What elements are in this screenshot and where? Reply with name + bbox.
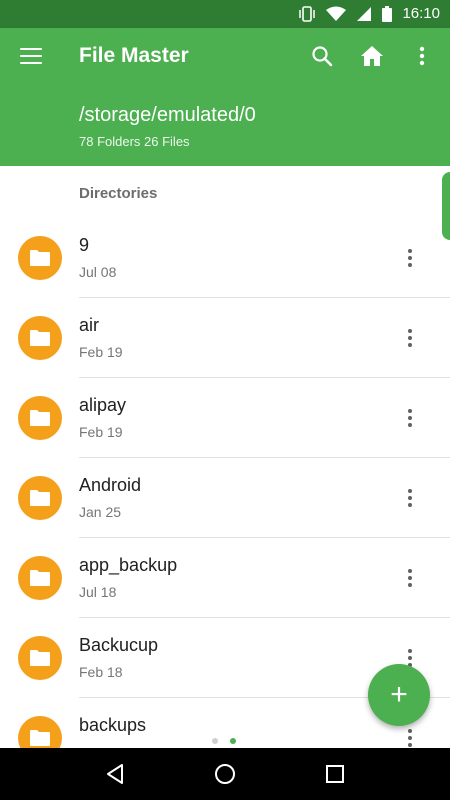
page-dot-active <box>230 738 236 744</box>
item-overflow-icon[interactable] <box>398 566 422 590</box>
folder-icon <box>18 556 62 600</box>
section-header: Directories <box>79 185 158 202</box>
app-title: File Master <box>79 44 189 67</box>
folder-file-count: 78 Folders 26 Files <box>79 134 190 149</box>
page-dot <box>212 738 218 744</box>
status-icons: 16:10 <box>298 4 440 24</box>
status-bar: 16:10 <box>0 0 450 28</box>
toolbar-actions <box>308 42 436 70</box>
item-overflow-icon[interactable] <box>398 406 422 430</box>
folder-date: Feb 19 <box>79 344 123 360</box>
list-item[interactable]: Android Jan 25 <box>0 458 450 538</box>
recents-icon[interactable] <box>315 754 355 794</box>
home-icon[interactable] <box>358 42 386 70</box>
folder-name: backups <box>79 715 147 735</box>
list-item[interactable]: 9 Jul 08 <box>0 218 450 298</box>
item-overflow-icon[interactable] <box>398 246 422 270</box>
overflow-menu-icon[interactable] <box>408 42 436 70</box>
folder-icon <box>18 476 62 520</box>
folder-date: Jul 18 <box>79 584 117 600</box>
folder-name: air <box>79 315 100 335</box>
add-button[interactable]: + <box>368 664 430 726</box>
folder-name: Backucup <box>79 635 159 655</box>
folder-icon <box>18 316 62 360</box>
home-circle-icon[interactable] <box>205 754 245 794</box>
status-time: 16:10 <box>402 5 440 22</box>
item-overflow-icon[interactable] <box>398 726 422 748</box>
file-list-container[interactable]: Directories 9 Jul 08 air Feb 19 alipay F… <box>0 166 450 748</box>
folder-icon <box>18 236 62 280</box>
item-overflow-icon[interactable] <box>398 486 422 510</box>
folder-name: alipay <box>79 395 127 415</box>
folder-date: Feb 19 <box>79 424 123 440</box>
signal-icon <box>357 7 372 21</box>
vibrate-icon <box>299 6 316 22</box>
folder-name: Android <box>79 475 142 495</box>
wifi-icon <box>326 6 347 21</box>
back-icon[interactable] <box>95 754 135 794</box>
folder-icon <box>18 716 62 748</box>
navigation-bar <box>0 748 450 800</box>
folder-date: Jan 25 <box>79 504 122 520</box>
list-item[interactable]: alipay Feb 19 <box>0 378 450 458</box>
folder-icon <box>18 636 62 680</box>
folder-name: app_backup <box>79 555 178 575</box>
folder-date: Jul 08 <box>79 264 117 280</box>
menu-icon[interactable] <box>20 48 42 66</box>
folder-name: 9 <box>79 235 90 255</box>
page-indicator <box>212 738 236 744</box>
app-bar: File Master /storage/emulated/0 78 Folde… <box>0 28 450 166</box>
list-item[interactable]: app_backup Jul 18 <box>0 538 450 618</box>
item-overflow-icon[interactable] <box>398 326 422 350</box>
search-icon[interactable] <box>308 42 336 70</box>
folder-date: Feb 18 <box>79 664 123 680</box>
current-path: /storage/emulated/0 <box>79 104 256 126</box>
battery-icon <box>382 6 393 22</box>
folder-icon <box>18 396 62 440</box>
list-item[interactable]: air Feb 19 <box>0 298 450 378</box>
